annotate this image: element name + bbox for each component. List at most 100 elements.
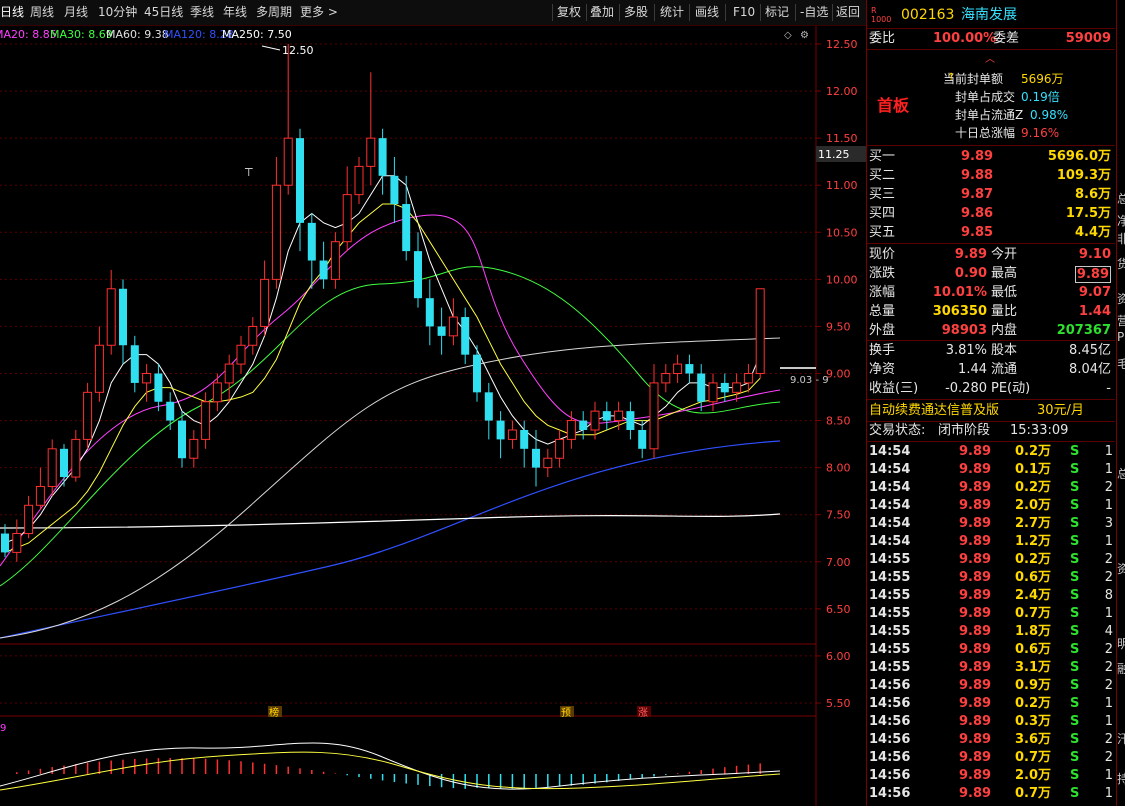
tick-volume: 0.2万 [1014,480,1051,495]
seal-row: 当前封单额 5696万 [867,70,1115,88]
edge-text: 毛 [1117,355,1125,372]
tab-monthly[interactable]: 月线 [64,0,88,25]
tab-10min[interactable]: 10分钟 [98,0,137,25]
tick-row: 14:56 9.89 0.7万 S 2 [867,749,1115,767]
bid-price: 9.86 [961,206,994,221]
tick-side: S [1070,516,1080,531]
tab-quarterly[interactable]: 季线 [190,0,214,25]
tick-time: 14:55 [869,624,911,639]
candle-body-up [283,137,293,186]
f10-button[interactable]: F10 [733,0,755,25]
back-button[interactable]: 返回 [836,0,860,25]
mark-button[interactable]: 标记 [765,0,789,25]
tick-volume: 3.6万 [1014,732,1051,747]
tab-yearly[interactable]: 年线 [223,0,247,25]
candle-body-down [626,411,635,430]
tick-count: 1 [1104,696,1113,711]
tick-price: 9.89 [959,768,992,783]
settings-icon[interactable]: ⚙ [800,30,809,41]
edge-text: 总 [1117,190,1125,207]
draw-line-button[interactable]: 画线 [695,0,719,25]
tick-time: 14:54 [869,462,911,477]
tick-time: 14:55 [869,588,911,603]
bid-price: 9.88 [961,168,994,183]
tick-volume: 0.1万 [1014,462,1051,477]
restore-rights-button[interactable]: 复权 [557,0,581,25]
candle-body-down [496,420,505,440]
diamond-icon[interactable]: ◇ [784,30,792,41]
candle-body-up [201,401,211,440]
event-tag-bang[interactable]: 榜 [269,706,279,719]
tab-weekly[interactable]: 周线 [30,0,54,25]
quote-label: 内盘 [991,323,1018,338]
divider [867,145,1115,146]
ma-legend-item: MA30: 8.69 [50,28,113,41]
quote-label: 外盘 [869,323,896,338]
tab-more[interactable]: 更多 > [300,0,338,25]
ma20-line [0,214,781,567]
tick-volume: 2.0万 [1014,498,1051,513]
multi-stock-button[interactable]: 多股 [624,0,648,25]
fundamental-value: 3.81% [945,343,987,358]
event-tag-zhang[interactable]: 涨 [638,707,648,719]
tick-time: 14:55 [869,606,911,621]
kline-chart[interactable]: 12.50 12.00 11.50 11.00 10.50 10.00 9.50 9.00 8.… [0,26,866,806]
tick-volume: 0.7万 [1014,786,1051,801]
wb-value: 100.00% [933,31,997,46]
bid-row[interactable]: 买四 9.86 17.5万 [867,205,1115,223]
tab-daily[interactable]: 日线 [0,0,24,25]
tick-side: S [1070,642,1080,657]
candle-body-down [130,345,139,383]
bid-row[interactable]: 买三 9.87 8.6万 [867,186,1115,204]
wb-label: 委比 [869,31,896,46]
promo-text[interactable]: 自动续费通达信普及版 [869,402,999,420]
tick-side: S [1070,552,1080,567]
tick-volume: 0.2万 [1014,552,1051,567]
remove-watchlist-button[interactable]: -自选 [800,0,828,25]
candle-body-up [224,363,234,384]
edge-text: 货 [1117,255,1125,272]
tick-row: 14:55 9.89 0.6万 S 2 [867,641,1115,659]
fundamental-row: 净资 1.44 流通 8.04亿 [867,361,1115,379]
bid-row[interactable]: 买五 9.85 4.4万 [867,224,1115,242]
event-tag-yu[interactable]: 预 [561,707,571,719]
toolbar-divider [552,4,553,21]
promo-price[interactable]: 30元/月 [1037,402,1084,420]
edge-text: P [1117,330,1125,344]
candle-body-down [437,326,446,336]
bid-row[interactable]: 买一 9.89 5696.0万 [867,148,1115,166]
candle-body-up [649,382,659,450]
seal-row: 十日总涨幅 9.16% [867,124,1115,142]
promo-banner[interactable]: 自动续费通达信普及版 30元/月 [867,402,1115,420]
axis-tick-label: 8.50 [826,415,851,428]
candle-body-down [461,317,470,355]
ma250-line [0,513,781,529]
fundamental-row: 换手 3.81% 股本 8.45亿 [867,342,1115,360]
candle-body-down [602,411,611,421]
tick-row: 14:56 9.89 0.2万 S 1 [867,695,1115,713]
toolbar-divider [654,4,655,21]
candle-body-up [708,382,718,403]
collapse-chevron-icon[interactable]: ︿ [985,50,995,65]
statistics-button[interactable]: 统计 [660,0,684,25]
tick-side: S [1070,588,1080,603]
stock-name[interactable]: 海南发展 [961,4,1017,26]
tick-row: 14:55 9.89 0.2万 S 2 [867,551,1115,569]
kline-svg: 12.50 12.00 11.50 11.00 10.50 10.00 9.50 9.00 8.… [0,26,866,806]
tick-time: 14:54 [869,534,911,549]
bid-row[interactable]: 买二 9.88 109.3万 [867,167,1115,185]
tick-time: 14:56 [869,750,911,765]
tick-row: 14:56 9.89 0.7万 S 1 [867,785,1115,803]
edge-text: 持 [1117,770,1125,787]
tab-45day[interactable]: 45日线 [144,0,183,25]
toolbar-divider [832,4,833,21]
bid-label: 买四 [869,206,896,221]
tab-multi-period[interactable]: 多周期 [256,0,292,25]
divider [867,243,1115,244]
tick-volume: 0.3万 [1014,714,1051,729]
edge-text: 资 [1117,290,1125,307]
toolbar-divider [760,4,761,21]
candle-body-down [296,138,304,223]
quote-value: 0.90 [954,266,987,281]
overlay-button[interactable]: 叠加 [590,0,614,25]
